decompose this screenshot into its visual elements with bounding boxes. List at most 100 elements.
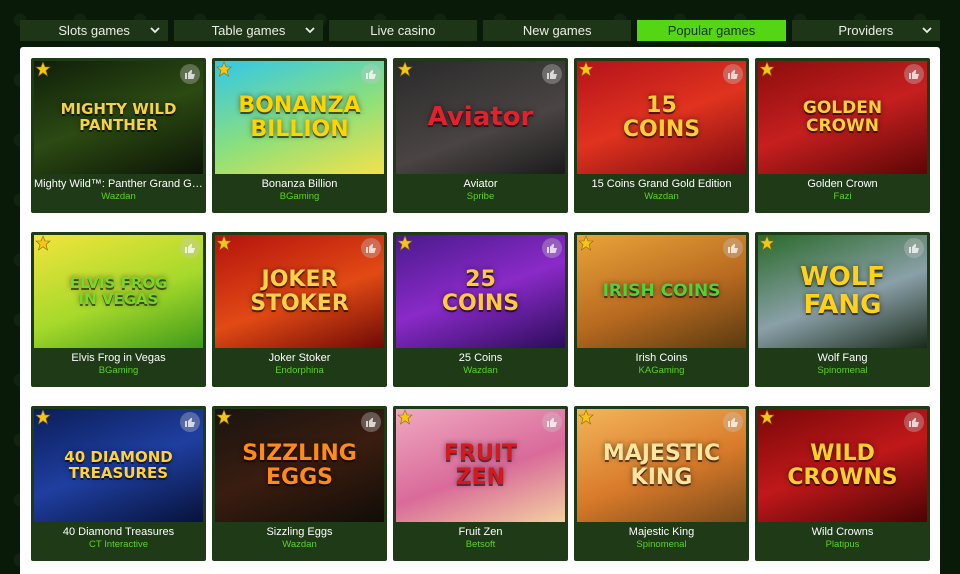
game-provider: Platipus	[825, 539, 860, 550]
game-provider: Wazdan	[644, 191, 679, 202]
tab-table-games[interactable]: Table games	[174, 20, 323, 41]
game-name[interactable]: Fruit Zen	[393, 526, 568, 538]
game-thumbnail[interactable]: SIZZLING EGGS	[215, 409, 384, 522]
game-thumbnail[interactable]: IRISH COINS	[577, 235, 746, 348]
game-card[interactable]: Aviator Aviator Spribe	[393, 58, 568, 213]
game-name[interactable]: Irish Coins	[574, 352, 749, 364]
game-name[interactable]: Aviator	[393, 178, 568, 190]
game-card[interactable]: ELVIS FROG IN VEGAS Elvis Frog in Vegas BG…	[31, 232, 206, 387]
favorite-star-icon[interactable]	[35, 235, 51, 251]
game-thumbnail[interactable]: JOKER STOKER	[215, 235, 384, 348]
game-name[interactable]: Majestic King	[574, 526, 749, 538]
favorite-star-icon[interactable]	[35, 409, 51, 425]
thumbs-up-icon[interactable]	[723, 64, 743, 84]
game-provider: Spribe	[466, 191, 495, 202]
game-card[interactable]: WOLF FANG Wolf Fang Spinomenal	[755, 232, 930, 387]
favorite-star-icon[interactable]	[759, 235, 775, 251]
game-card[interactable]: IRISH COINS Irish Coins KAGaming	[574, 232, 749, 387]
game-name[interactable]: Joker Stoker	[212, 352, 387, 364]
favorite-star-icon[interactable]	[216, 61, 232, 77]
thumbs-up-icon[interactable]	[542, 412, 562, 432]
game-thumbnail[interactable]: WOLF FANG	[758, 235, 927, 348]
game-logo-art: IRISH COINS	[602, 280, 721, 301]
tab-live-casino[interactable]: Live casino	[328, 20, 477, 41]
game-name[interactable]: Mighty Wild™: Panther Grand Gold Edition	[31, 178, 206, 190]
tab-slots-games[interactable]: Slots games	[20, 20, 169, 41]
game-card[interactable]: JOKER STOKER Joker Stoker Endorphina	[212, 232, 387, 387]
game-thumbnail[interactable]: ELVIS FROG IN VEGAS	[34, 235, 203, 348]
favorite-star-icon[interactable]	[216, 409, 232, 425]
game-name[interactable]: 25 Coins	[393, 352, 568, 364]
game-logo-art: 15 COINS	[622, 93, 701, 142]
favorite-star-icon[interactable]	[759, 61, 775, 77]
game-card[interactable]: 40 DIAMOND TREASURES 40 Diamond Treasures…	[31, 406, 206, 561]
thumbs-up-icon[interactable]	[180, 238, 200, 258]
favorite-star-icon[interactable]	[397, 235, 413, 251]
game-card[interactable]: FRUIT ZEN Fruit Zen Betsoft	[393, 406, 568, 561]
thumbs-up-icon[interactable]	[723, 412, 743, 432]
game-card[interactable]: 15 COINS 15 Coins Grand Gold Edition Wazda…	[574, 58, 749, 213]
game-thumbnail[interactable]: WILD CROWNS	[758, 409, 927, 522]
game-provider: Wazdan	[282, 539, 317, 550]
game-card[interactable]: SIZZLING EGGS Sizzling Eggs Wazdan	[212, 406, 387, 561]
game-thumbnail[interactable]: GOLDEN CROWN	[758, 61, 927, 174]
game-card[interactable]: MIGHTY WILD PANTHER Mighty Wild™: Panther…	[31, 58, 206, 213]
game-logo-art: BONANZA BILLION	[238, 93, 361, 142]
game-card[interactable]: MAJESTIC KING Majestic King Spinomenal	[574, 406, 749, 561]
game-card[interactable]: 25 COINS 25 Coins Wazdan	[393, 232, 568, 387]
favorite-star-icon[interactable]	[35, 61, 51, 77]
game-thumbnail[interactable]: FRUIT ZEN	[396, 409, 565, 522]
favorite-star-icon[interactable]	[397, 61, 413, 77]
game-name[interactable]: Wolf Fang	[755, 352, 930, 364]
game-thumbnail[interactable]: 15 COINS	[577, 61, 746, 174]
game-provider: Spinomenal	[636, 539, 687, 550]
thumbs-up-icon[interactable]	[361, 238, 381, 258]
game-thumbnail[interactable]: Aviator	[396, 61, 565, 174]
favorite-star-icon[interactable]	[578, 61, 594, 77]
thumbs-up-icon[interactable]	[904, 412, 924, 432]
game-thumbnail[interactable]: BONANZA BILLION	[215, 61, 384, 174]
favorite-star-icon[interactable]	[578, 235, 594, 251]
game-thumbnail[interactable]: MIGHTY WILD PANTHER	[34, 61, 203, 174]
game-card[interactable]: WILD CROWNS Wild Crowns Platipus	[755, 406, 930, 561]
game-name[interactable]: Wild Crowns	[755, 526, 930, 538]
tab-label: Providers	[838, 23, 894, 38]
game-logo-art: WOLF FANG	[799, 262, 886, 320]
game-provider: Spinomenal	[817, 365, 868, 376]
favorite-star-icon[interactable]	[397, 409, 413, 425]
game-name[interactable]: Sizzling Eggs	[212, 526, 387, 538]
game-thumbnail[interactable]: 40 DIAMOND TREASURES	[34, 409, 203, 522]
tab-new-games[interactable]: New games	[482, 20, 632, 41]
game-name[interactable]: 40 Diamond Treasures	[31, 526, 206, 538]
thumbs-up-icon[interactable]	[542, 64, 562, 84]
thumbs-up-icon[interactable]	[904, 238, 924, 258]
game-card[interactable]: BONANZA BILLION Bonanza Billion BGaming	[212, 58, 387, 213]
game-logo-art: FRUIT ZEN	[443, 441, 518, 490]
game-name[interactable]: Golden Crown	[755, 178, 930, 190]
thumbs-up-icon[interactable]	[180, 64, 200, 84]
favorite-star-icon[interactable]	[759, 409, 775, 425]
thumbs-up-icon[interactable]	[723, 238, 743, 258]
game-thumbnail[interactable]: MAJESTIC KING	[577, 409, 746, 522]
thumbs-up-icon[interactable]	[904, 64, 924, 84]
game-name[interactable]: Bonanza Billion	[212, 178, 387, 190]
game-name[interactable]: 15 Coins Grand Gold Edition	[574, 178, 749, 190]
game-logo-art: ELVIS FROG IN VEGAS	[69, 273, 168, 308]
game-card[interactable]: GOLDEN CROWN Golden Crown Fazi	[755, 58, 930, 213]
favorite-star-icon[interactable]	[216, 235, 232, 251]
chevron-down-icon	[150, 27, 160, 34]
game-name[interactable]: Elvis Frog in Vegas	[31, 352, 206, 364]
games-grid: MIGHTY WILD PANTHER Mighty Wild™: Panther…	[31, 58, 930, 561]
thumbs-up-icon[interactable]	[361, 412, 381, 432]
game-provider: Wazdan	[101, 191, 136, 202]
favorite-star-icon[interactable]	[578, 409, 594, 425]
thumbs-up-icon[interactable]	[542, 238, 562, 258]
tab-popular-games[interactable]: Popular games	[637, 20, 786, 41]
game-thumbnail[interactable]: 25 COINS	[396, 235, 565, 348]
thumbs-up-icon[interactable]	[361, 64, 381, 84]
tab-providers[interactable]: Providers	[791, 20, 940, 41]
thumbs-up-icon[interactable]	[180, 412, 200, 432]
game-logo-art: GOLDEN CROWN	[802, 97, 883, 136]
game-logo-art: 25 COINS	[441, 267, 520, 316]
game-logo-art: 40 DIAMOND TREASURES	[64, 447, 173, 482]
